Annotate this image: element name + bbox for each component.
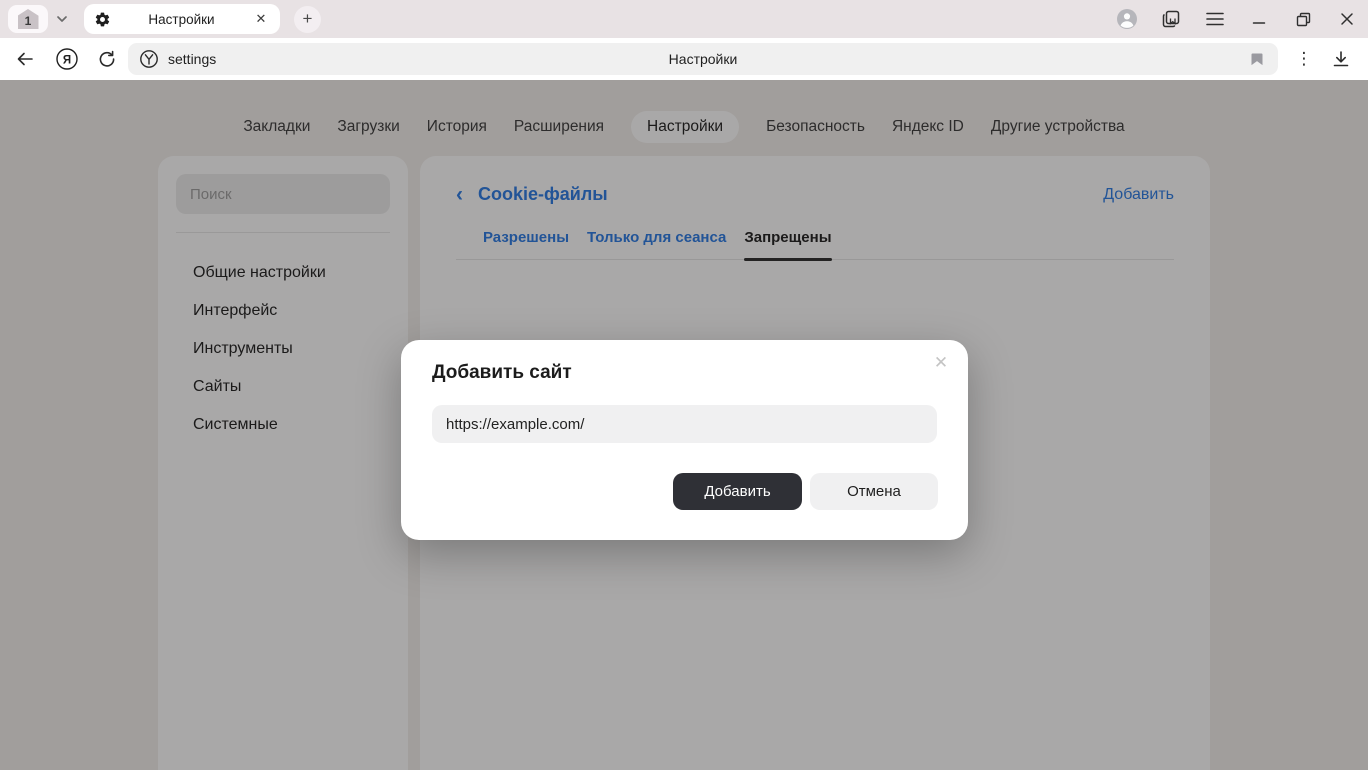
restore-icon[interactable] xyxy=(1292,8,1314,30)
active-browser-tab[interactable]: Настройки ✕ xyxy=(84,4,280,34)
gear-icon xyxy=(94,11,111,28)
tabs-chevron-down-icon[interactable] xyxy=(48,5,76,33)
site-url-input[interactable] xyxy=(432,405,937,443)
close-icon[interactable] xyxy=(1336,8,1358,30)
tab-count-badge: 1 xyxy=(18,9,39,29)
url-text: settings xyxy=(168,51,216,67)
menu-icon[interactable] xyxy=(1204,8,1226,30)
browser-window: 1 Настройки ✕ + xyxy=(0,0,1368,770)
side-panel-icon[interactable] xyxy=(1160,8,1182,30)
dialog-title: Добавить сайт xyxy=(432,362,572,384)
tab-group-button[interactable]: 1 xyxy=(8,5,48,33)
page-title: Настройки xyxy=(128,51,1278,67)
tab-title: Настройки xyxy=(111,12,252,27)
new-tab-button[interactable]: + xyxy=(294,6,321,33)
cancel-button[interactable]: Отмена xyxy=(810,473,938,510)
tabstrip-right-controls xyxy=(1116,0,1358,38)
download-icon[interactable] xyxy=(1326,44,1356,74)
tab-strip: 1 Настройки ✕ + xyxy=(0,0,1368,38)
add-site-dialog: ✕ Добавить сайт Добавить Отмена xyxy=(401,340,968,540)
browser-toolbar: Я settings Настройки ⋮ xyxy=(0,38,1368,80)
bookmark-icon[interactable] xyxy=(1246,48,1268,70)
back-icon[interactable] xyxy=(10,44,40,74)
address-bar[interactable]: settings Настройки xyxy=(128,43,1278,75)
profile-avatar-icon[interactable] xyxy=(1116,8,1138,30)
tab-close-icon[interactable]: ✕ xyxy=(252,11,270,27)
kebab-menu-icon[interactable]: ⋮ xyxy=(1293,49,1315,69)
minimize-icon[interactable] xyxy=(1248,8,1270,30)
svg-text:Я: Я xyxy=(63,54,71,66)
site-badge-icon xyxy=(138,48,160,70)
reload-icon[interactable] xyxy=(92,44,122,74)
dialog-close-icon[interactable]: ✕ xyxy=(930,352,952,374)
yandex-logo-icon[interactable]: Я xyxy=(52,44,82,74)
dialog-actions: Добавить Отмена xyxy=(673,473,938,510)
add-button[interactable]: Добавить xyxy=(673,473,802,510)
